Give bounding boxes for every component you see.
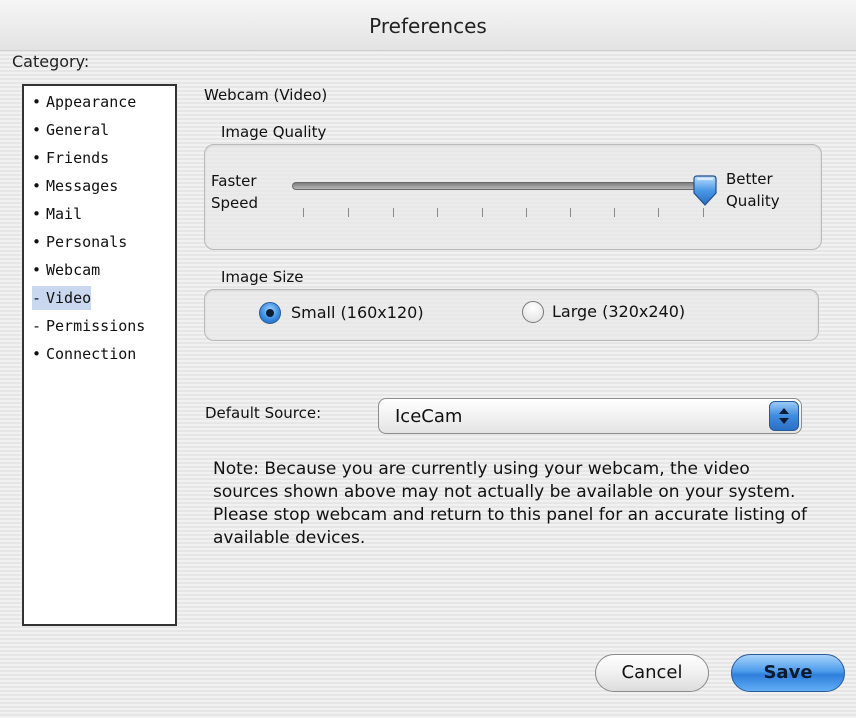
slider-thumb-icon bbox=[693, 175, 717, 206]
slider-tick bbox=[703, 208, 704, 217]
slider-tick bbox=[482, 208, 483, 217]
category-item-permissions[interactable]: - Permissions bbox=[32, 314, 145, 338]
image-quality-label: Image Quality bbox=[221, 123, 327, 141]
default-source-select[interactable]: IceCam bbox=[378, 398, 802, 434]
bullet-icon: • bbox=[32, 93, 42, 111]
radio-large-label[interactable]: Large (320x240) bbox=[552, 302, 685, 321]
bullet-icon: • bbox=[32, 121, 42, 139]
category-item-friends[interactable]: • Friends bbox=[32, 146, 109, 170]
category-item-messages[interactable]: • Messages bbox=[32, 174, 118, 198]
dash-icon: - bbox=[32, 289, 42, 307]
default-source-value: IceCam bbox=[395, 406, 463, 427]
title-bar[interactable]: Preferences bbox=[0, 0, 856, 51]
slider-tick bbox=[348, 208, 349, 217]
bullet-icon: • bbox=[32, 177, 42, 195]
preferences-window: Preferences Category: • Appearance • Gener… bbox=[0, 0, 856, 718]
default-source-label: Default Source: bbox=[205, 404, 322, 422]
bullet-icon: • bbox=[32, 205, 42, 223]
slider-tick bbox=[393, 208, 394, 217]
radio-small[interactable] bbox=[259, 302, 281, 324]
category-list: • Appearance • General • Friends • Messages … bbox=[22, 84, 177, 626]
save-button[interactable]: Save bbox=[731, 654, 845, 692]
category-item-webcam[interactable]: • Webcam bbox=[32, 258, 100, 282]
bullet-icon: • bbox=[32, 149, 42, 167]
window-title: Preferences bbox=[369, 14, 487, 38]
category-item-mail[interactable]: • Mail bbox=[32, 202, 82, 226]
image-quality-slider-thumb[interactable] bbox=[692, 175, 718, 207]
slider-tick bbox=[303, 208, 304, 217]
category-item-general[interactable]: • General bbox=[32, 118, 109, 142]
bullet-icon: • bbox=[32, 261, 42, 279]
slider-max-label: Better Quality bbox=[726, 170, 780, 210]
slider-tick bbox=[526, 208, 527, 217]
popup-arrows-icon bbox=[769, 401, 799, 431]
radio-small-label[interactable]: Small (160x120) bbox=[291, 303, 424, 322]
radio-large[interactable] bbox=[522, 301, 544, 323]
category-item-connection[interactable]: • Connection bbox=[32, 342, 136, 366]
bullet-icon: • bbox=[32, 233, 42, 251]
image-quality-slider-track[interactable] bbox=[292, 182, 708, 190]
category-item-personals[interactable]: • Personals bbox=[32, 230, 127, 254]
category-item-appearance[interactable]: • Appearance bbox=[32, 90, 136, 114]
panel-title: Webcam (Video) bbox=[204, 86, 328, 104]
bullet-icon: • bbox=[32, 345, 42, 363]
dash-icon: - bbox=[32, 317, 42, 335]
slider-min-label: Faster Speed bbox=[211, 172, 259, 212]
note-text: Note: Because you are currently using yo… bbox=[213, 459, 808, 548]
image-size-label: Image Size bbox=[221, 268, 304, 286]
slider-tick bbox=[658, 208, 659, 217]
cancel-button[interactable]: Cancel bbox=[595, 654, 709, 692]
category-item-video[interactable]: - Video bbox=[32, 286, 92, 310]
slider-tick bbox=[437, 208, 438, 217]
slider-tick bbox=[570, 208, 571, 217]
category-label: Category: bbox=[12, 52, 90, 71]
slider-tick bbox=[614, 208, 615, 217]
